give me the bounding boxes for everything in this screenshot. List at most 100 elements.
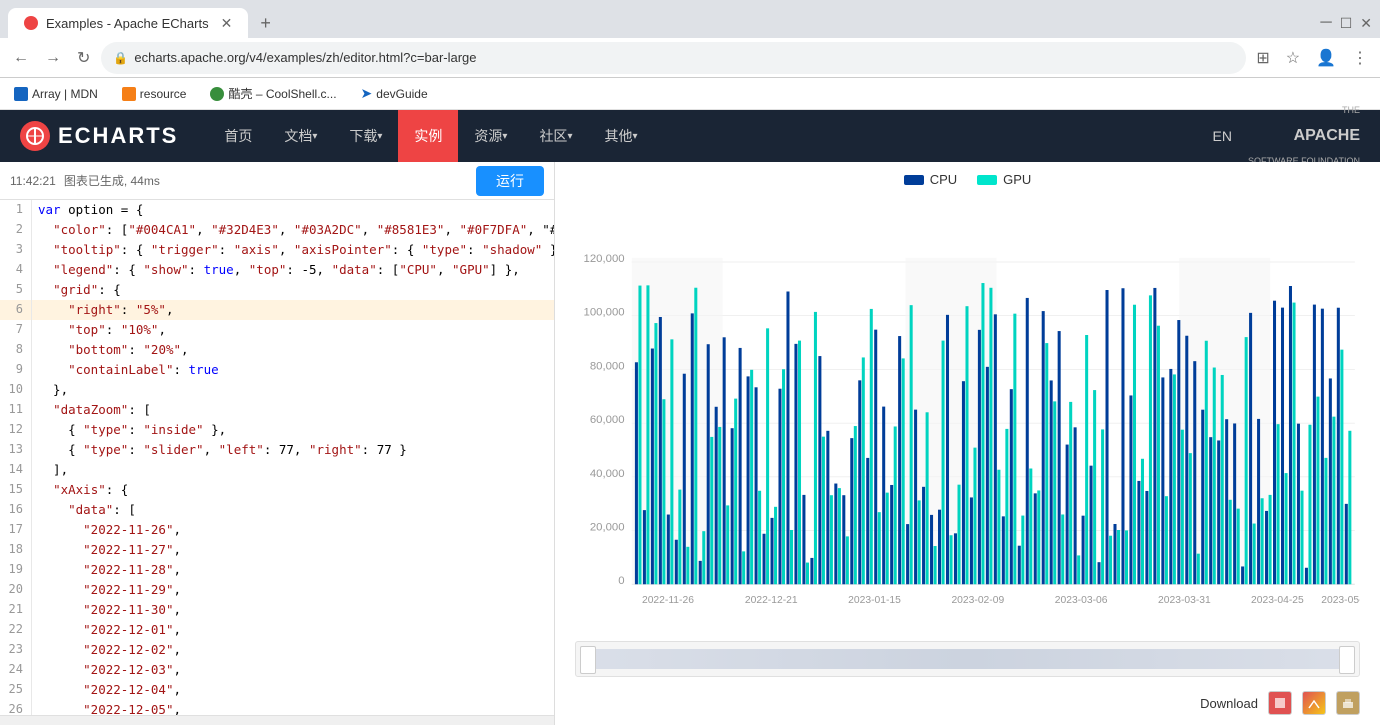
bar-gpu-73[interactable] <box>1221 375 1224 584</box>
bar-cpu-78[interactable] <box>1257 419 1260 584</box>
bar-cpu-57[interactable] <box>1090 466 1093 585</box>
bar-cpu-44[interactable] <box>986 367 989 584</box>
bar-cpu-84[interactable] <box>1305 568 1308 584</box>
bar-cpu-71[interactable] <box>1201 410 1204 585</box>
zoom-handle-right[interactable] <box>1339 646 1355 674</box>
bar-gpu-13[interactable] <box>742 551 745 584</box>
bar-gpu-82[interactable] <box>1293 303 1296 585</box>
bar-cpu-74[interactable] <box>1225 419 1228 584</box>
bar-gpu-9[interactable] <box>710 437 713 584</box>
bar-gpu-79[interactable] <box>1269 495 1272 584</box>
bar-gpu-61[interactable] <box>1125 530 1128 584</box>
bar-cpu-35[interactable] <box>914 410 917 585</box>
bar-cpu-89[interactable] <box>1345 504 1348 584</box>
bar-gpu-65[interactable] <box>1157 326 1160 585</box>
bar-cpu-86[interactable] <box>1321 309 1324 585</box>
bar-cpu-0[interactable] <box>635 362 638 584</box>
bar-gpu-20[interactable] <box>798 341 801 585</box>
bar-gpu-40[interactable] <box>958 485 961 585</box>
bar-cpu-22[interactable] <box>810 558 813 584</box>
bookmark-mdn[interactable]: Array | MDN <box>8 85 104 103</box>
bar-gpu-32[interactable] <box>894 426 897 584</box>
bar-cpu-47[interactable] <box>1010 389 1013 584</box>
bar-gpu-38[interactable] <box>942 341 945 585</box>
bar-gpu-36[interactable] <box>926 412 929 584</box>
bar-cpu-64[interactable] <box>1145 491 1148 584</box>
bar-cpu-15[interactable] <box>755 387 758 584</box>
zoom-handle-left[interactable] <box>580 646 596 674</box>
run-btn[interactable]: 运行 <box>476 166 544 196</box>
bar-gpu-60[interactable] <box>1117 530 1120 584</box>
bar-cpu-39[interactable] <box>946 315 949 584</box>
bar-cpu-51[interactable] <box>1042 311 1045 584</box>
bar-cpu-62[interactable] <box>1129 395 1132 584</box>
bar-cpu-52[interactable] <box>1050 380 1053 584</box>
bar-cpu-81[interactable] <box>1281 308 1284 585</box>
bar-cpu-63[interactable] <box>1137 481 1140 584</box>
bar-gpu-31[interactable] <box>886 493 889 585</box>
bar-cpu-30[interactable] <box>874 330 877 585</box>
bar-gpu-7[interactable] <box>694 288 697 585</box>
bar-gpu-86[interactable] <box>1324 458 1327 584</box>
bar-gpu-72[interactable] <box>1213 368 1216 585</box>
bar-gpu-67[interactable] <box>1173 374 1176 584</box>
bar-cpu-20[interactable] <box>794 344 797 584</box>
bar-cpu-21[interactable] <box>802 495 805 584</box>
bar-cpu-5[interactable] <box>675 540 678 585</box>
bar-cpu-72[interactable] <box>1209 437 1212 584</box>
bar-cpu-56[interactable] <box>1082 516 1085 585</box>
bar-cpu-24[interactable] <box>826 431 829 584</box>
bar-gpu-83[interactable] <box>1300 491 1303 585</box>
bar-cpu-68[interactable] <box>1177 320 1180 584</box>
bar-gpu-50[interactable] <box>1037 490 1040 584</box>
nav-other[interactable]: 其他 <box>588 110 653 162</box>
bar-gpu-11[interactable] <box>726 505 729 584</box>
bar-gpu-27[interactable] <box>854 426 857 584</box>
address-bar[interactable]: 🔒 echarts.apache.org/v4/examples/zh/edit… <box>101 42 1246 74</box>
bar-cpu-25[interactable] <box>834 484 837 585</box>
bar-gpu-84[interactable] <box>1308 425 1311 585</box>
close-btn[interactable]: ✕ <box>1360 15 1372 32</box>
bar-gpu-66[interactable] <box>1165 496 1168 584</box>
bookmark-btn[interactable]: ☆ <box>1282 44 1304 72</box>
bar-gpu-64[interactable] <box>1149 295 1152 584</box>
bar-gpu-70[interactable] <box>1197 554 1200 585</box>
bar-gpu-52[interactable] <box>1053 401 1056 584</box>
bar-gpu-35[interactable] <box>918 500 921 584</box>
bar-cpu-23[interactable] <box>818 356 821 584</box>
bar-cpu-31[interactable] <box>882 407 885 585</box>
bar-gpu-23[interactable] <box>822 437 825 585</box>
bar-gpu-47[interactable] <box>1013 314 1016 585</box>
icon-btn-red[interactable] <box>1268 691 1292 715</box>
bar-gpu-18[interactable] <box>782 369 785 584</box>
bar-cpu-18[interactable] <box>778 389 781 585</box>
bar-gpu-1[interactable] <box>646 285 649 584</box>
menu-btn[interactable]: ⋮ <box>1348 44 1372 72</box>
active-tab[interactable]: Examples - Apache ECharts ✕ <box>8 8 248 38</box>
bar-gpu-57[interactable] <box>1093 390 1096 584</box>
bar-gpu-21[interactable] <box>806 563 809 585</box>
bar-gpu-41[interactable] <box>965 306 968 584</box>
bar-gpu-16[interactable] <box>766 328 769 584</box>
bar-cpu-65[interactable] <box>1153 288 1156 584</box>
bar-cpu-14[interactable] <box>747 376 750 584</box>
bar-cpu-2[interactable] <box>651 349 654 585</box>
nav-resources[interactable]: 资源 <box>458 110 523 162</box>
bar-gpu-77[interactable] <box>1253 524 1256 585</box>
bar-gpu-28[interactable] <box>862 357 865 584</box>
bar-cpu-69[interactable] <box>1185 336 1188 585</box>
bar-cpu-60[interactable] <box>1113 524 1116 584</box>
bar-cpu-8[interactable] <box>699 561 702 584</box>
bar-cpu-12[interactable] <box>731 428 734 584</box>
nav-lang[interactable]: EN <box>1213 128 1232 144</box>
bar-gpu-55[interactable] <box>1077 555 1080 584</box>
bar-gpu-10[interactable] <box>718 427 721 584</box>
maximize-btn[interactable]: ☐ <box>1340 15 1353 32</box>
bar-cpu-37[interactable] <box>930 515 933 584</box>
bar-cpu-45[interactable] <box>994 314 997 584</box>
bar-cpu-17[interactable] <box>771 518 774 584</box>
forward-btn[interactable]: → <box>40 47 66 69</box>
bar-gpu-39[interactable] <box>950 535 953 584</box>
bar-gpu-14[interactable] <box>750 370 753 584</box>
bar-cpu-73[interactable] <box>1217 440 1220 584</box>
